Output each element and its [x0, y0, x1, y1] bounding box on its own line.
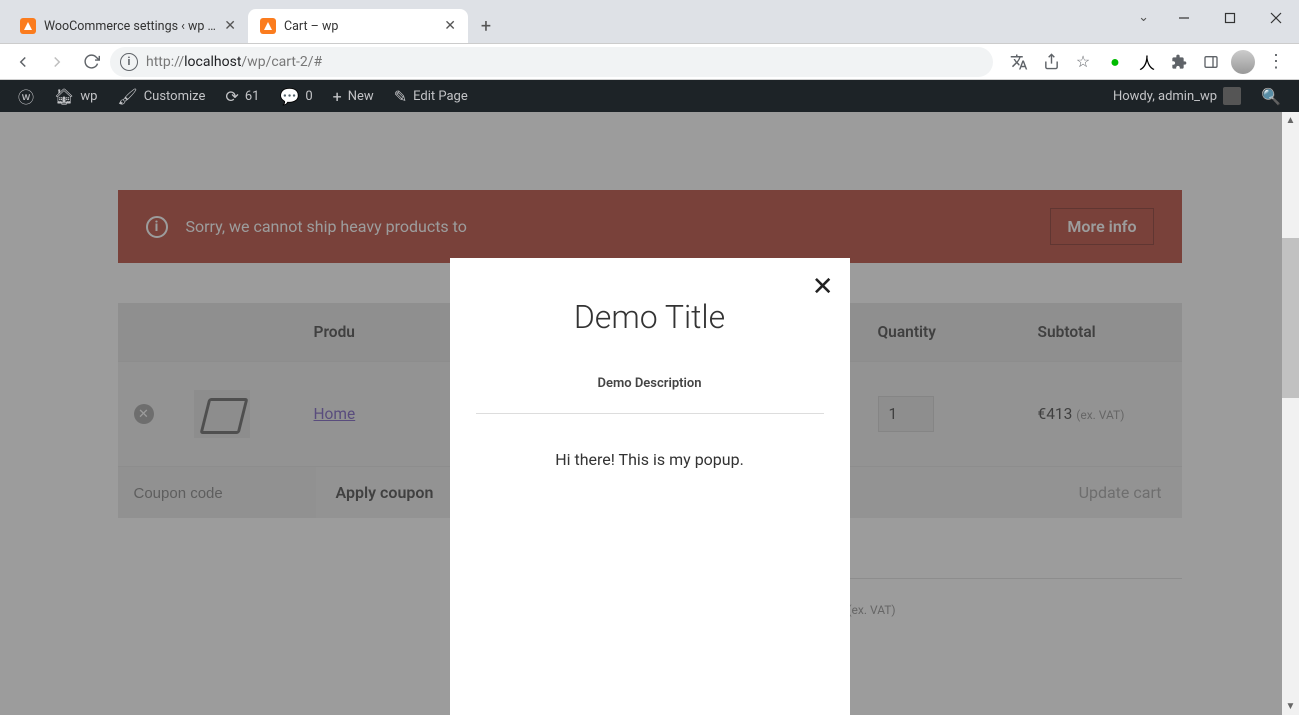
extension-icons: ☆ ● 人 ⋮ — [997, 48, 1291, 76]
close-window-button[interactable] — [1253, 0, 1299, 36]
new-content-link[interactable]: + New — [323, 80, 384, 112]
admin-search[interactable]: 🔍 — [1251, 80, 1291, 112]
tab-woocommerce-settings[interactable]: WooCommerce settings ‹ wp — \ ✕ — [8, 9, 248, 43]
browser-toolbar: i http://localhost/wp/cart-2/# ☆ ● 人 ⋮ — [0, 44, 1299, 80]
adobe-pdf-icon[interactable]: 人 — [1133, 48, 1161, 76]
customize-link[interactable]: 🖌 Customize — [107, 80, 215, 112]
wp-logo[interactable]: ⓦ — [8, 80, 44, 112]
edit-label: Edit Page — [413, 89, 468, 104]
close-icon[interactable]: ✕ — [224, 18, 236, 34]
url-text: http://localhost/wp/cart-2/# — [146, 54, 322, 70]
new-tab-button[interactable]: + — [472, 12, 500, 40]
wordpress-icon: ⓦ — [18, 84, 34, 108]
popup-divider — [476, 413, 824, 414]
wp-admin-bar: ⓦ 🏠︎wp 🖌Customize ⟳61 💬0 +New ✎Edit Page… — [0, 80, 1299, 112]
update-icon: ⟳ — [225, 87, 238, 106]
share-icon[interactable] — [1037, 48, 1065, 76]
forward-button[interactable] — [42, 47, 72, 77]
updates-count: 61 — [245, 89, 260, 104]
close-icon[interactable]: ✕ — [444, 18, 456, 34]
comments-count: 0 — [305, 89, 312, 104]
tab-title: WooCommerce settings ‹ wp — \ — [44, 19, 216, 34]
popup-description: Demo Description — [476, 376, 824, 391]
popup-close-button[interactable]: ✕ — [812, 272, 834, 302]
extension-green-icon[interactable]: ● — [1101, 48, 1129, 76]
xampp-icon — [260, 18, 276, 34]
brush-icon: 🖌 — [117, 87, 137, 106]
customize-label: Customize — [144, 89, 206, 104]
minimize-button[interactable] — [1161, 0, 1207, 36]
edit-page-link[interactable]: ✎ Edit Page — [384, 80, 478, 112]
scroll-thumb[interactable] — [1282, 238, 1299, 398]
browser-tabs: WooCommerce settings ‹ wp — \ ✕ Cart – w… — [0, 0, 500, 43]
popup-title: Demo Title — [476, 298, 824, 336]
scroll-down-arrow[interactable]: ▼ — [1282, 698, 1299, 715]
extensions-icon[interactable] — [1165, 48, 1193, 76]
pencil-icon: ✎ — [394, 87, 407, 106]
scroll-up-arrow[interactable]: ▲ — [1282, 112, 1299, 129]
site-label: wp — [80, 89, 97, 104]
howdy-label: Howdy, admin_wp — [1113, 89, 1217, 104]
comments-link[interactable]: 💬0 — [269, 80, 322, 112]
tab-cart[interactable]: Cart – wp ✕ — [248, 9, 468, 43]
user-avatar-icon — [1223, 87, 1241, 105]
plus-icon: + — [333, 87, 342, 106]
search-icon: 🔍 — [1261, 87, 1281, 106]
updates-link[interactable]: ⟳ 61 — [215, 80, 269, 112]
page-viewport: i Sorry, we cannot ship heavy products t… — [0, 112, 1299, 715]
translate-icon[interactable] — [1005, 48, 1033, 76]
howdy-user[interactable]: Howdy, admin_wp — [1103, 80, 1251, 112]
bookmark-icon[interactable]: ☆ — [1069, 48, 1097, 76]
chrome-menu-icon[interactable]: ⋮ — [1261, 51, 1291, 72]
browser-titlebar: WooCommerce settings ‹ wp — \ ✕ Cart – w… — [0, 0, 1299, 44]
new-label: New — [348, 89, 374, 104]
demo-popup: ✕ Demo Title Demo Description Hi there! … — [450, 258, 850, 715]
chevron-down-icon[interactable]: ⌄ — [1138, 10, 1149, 25]
site-info-icon[interactable]: i — [120, 53, 138, 71]
popup-body: Hi there! This is my popup. — [476, 450, 824, 469]
tab-title: Cart – wp — [284, 19, 436, 34]
vertical-scrollbar[interactable]: ▲ ▼ — [1282, 112, 1299, 715]
profile-avatar[interactable] — [1229, 48, 1257, 76]
window-controls — [1161, 0, 1299, 36]
maximize-button[interactable] — [1207, 0, 1253, 36]
reload-button[interactable] — [76, 47, 106, 77]
xampp-icon — [20, 18, 36, 34]
sidepanel-icon[interactable] — [1197, 48, 1225, 76]
address-bar[interactable]: i http://localhost/wp/cart-2/# — [110, 47, 993, 77]
back-button[interactable] — [8, 47, 38, 77]
site-name[interactable]: 🏠︎ wp — [44, 80, 107, 112]
comment-icon: 💬 — [279, 87, 299, 106]
home-icon: 🏠︎ — [54, 87, 74, 106]
